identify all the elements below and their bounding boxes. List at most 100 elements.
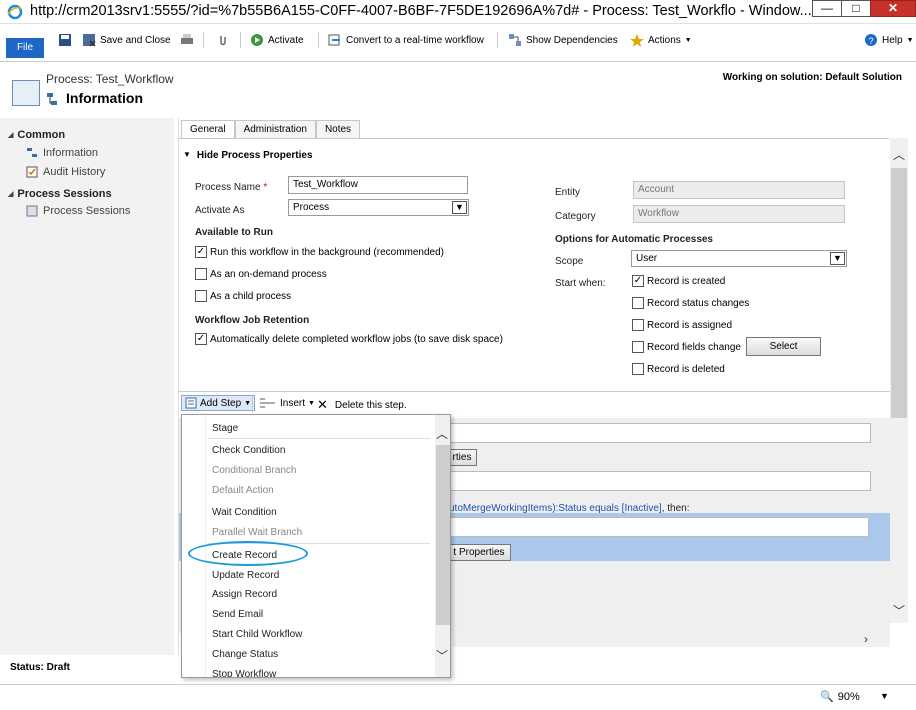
- record-fields-checkbox[interactable]: Record fields change: [632, 341, 741, 353]
- form-name[interactable]: Information: [66, 90, 143, 106]
- save-and-close-button[interactable]: Save and Close: [82, 32, 171, 48]
- menu-item-parallel-wait-branch: Parallel Wait Branch: [212, 527, 303, 538]
- process-name-input[interactable]: Test_Workflow: [288, 176, 468, 194]
- menu-item-update-record[interactable]: Update Record: [212, 570, 279, 581]
- save-and-close-label: Save and Close: [100, 34, 171, 46]
- child-process-checkbox[interactable]: As a child process: [195, 290, 291, 302]
- retention-heading: Workflow Job Retention: [195, 315, 310, 326]
- record-status-checkbox[interactable]: Record status changes: [632, 297, 749, 309]
- zoom-control[interactable]: 🔍 90%: [820, 690, 860, 704]
- scrollbar-thumb[interactable]: [891, 168, 907, 418]
- activate-as-select[interactable]: Process ▼: [288, 199, 469, 216]
- nav-group-common[interactable]: ◢ Common: [8, 129, 65, 141]
- file-button[interactable]: File: [6, 38, 44, 58]
- left-navigation: ◢ Common Information Audit History ◢ Pro…: [0, 118, 174, 655]
- menu-item-check-condition[interactable]: Check Condition: [212, 445, 285, 456]
- record-deleted-checkbox[interactable]: Record is deleted: [632, 363, 725, 375]
- on-demand-checkbox[interactable]: As an on-demand process: [195, 268, 327, 280]
- menu-item-stage[interactable]: Stage: [212, 423, 238, 434]
- menu-scrollbar[interactable]: ︿ ﹀: [435, 415, 450, 677]
- actions-button[interactable]: Actions ▼: [630, 32, 692, 48]
- checkbox-label: As an on-demand process: [210, 268, 327, 280]
- menu-item-wait-condition[interactable]: Wait Condition: [212, 507, 277, 518]
- attach-button[interactable]: [216, 32, 230, 48]
- show-dependencies-label: Show Dependencies: [526, 34, 618, 46]
- menu-item-start-child-workflow[interactable]: Start Child Workflow: [212, 629, 302, 640]
- menu-item-change-status[interactable]: Change Status: [212, 649, 278, 660]
- add-step-button[interactable]: Add Step ▼: [181, 395, 256, 411]
- entity-label: Entity: [555, 187, 581, 198]
- checkbox-label: Run this workflow in the background (rec…: [210, 246, 444, 258]
- checkbox-label: Record is deleted: [647, 363, 725, 375]
- workflow-icon: [47, 93, 57, 105]
- maximize-button[interactable]: □: [841, 0, 871, 17]
- entity-title: Process: Test_Workflow: [46, 72, 174, 86]
- scope-select[interactable]: User ▼: [631, 250, 847, 267]
- record-assigned-checkbox[interactable]: Record is assigned: [632, 319, 732, 331]
- scroll-down-arrow-icon[interactable]: ﹀: [893, 602, 905, 619]
- run-background-checkbox[interactable]: ✓ Run this workflow in the background (r…: [195, 246, 444, 258]
- menu-item-assign-record[interactable]: Assign Record: [212, 589, 277, 600]
- auto-delete-checkbox[interactable]: ✓ Automatically delete completed workflo…: [195, 333, 503, 345]
- step-description-input[interactable]: [449, 423, 871, 443]
- set-properties-button-2[interactable]: t Properties: [447, 544, 511, 561]
- status-bar: Status: Draft: [0, 655, 180, 680]
- scroll-right-arrow-icon[interactable]: ›: [864, 632, 868, 646]
- convert-realtime-button[interactable]: Convert to a real-time workflow: [328, 32, 484, 48]
- scroll-up-arrow-icon[interactable]: ︿: [436, 425, 448, 442]
- menu-item-send-email[interactable]: Send Email: [212, 609, 263, 620]
- checkbox-label: Record fields change: [647, 341, 741, 353]
- required-marker: *: [263, 182, 268, 193]
- expand-triangle-icon: ◢: [8, 132, 14, 139]
- tab-notes[interactable]: Notes: [315, 120, 361, 138]
- checkbox-icon: [632, 363, 644, 375]
- tab-bar: General Administration Notes: [181, 120, 361, 138]
- nav-item-audit-history[interactable]: Audit History: [26, 166, 105, 178]
- category-label: Category: [555, 211, 596, 222]
- form-vertical-scrollbar[interactable]: ︿ ﹀: [890, 138, 908, 623]
- chevron-down-icon: ▼: [684, 36, 692, 44]
- internet-explorer-icon: [7, 4, 23, 20]
- select-fields-button[interactable]: Select: [746, 337, 821, 356]
- zoom-icon: 🔍: [820, 691, 834, 703]
- expand-triangle-icon: ◢: [8, 191, 14, 198]
- activate-button[interactable]: Activate: [250, 32, 304, 48]
- nav-item-process-sessions[interactable]: Process Sessions: [26, 205, 130, 217]
- section-toggle[interactable]: ▼ Hide Process Properties: [183, 150, 313, 161]
- chevron-down-icon[interactable]: ▼: [880, 691, 889, 701]
- show-dependencies-button[interactable]: Show Dependencies: [508, 32, 618, 48]
- scroll-down-arrow-icon[interactable]: ﹀: [436, 647, 448, 664]
- print-button[interactable]: [180, 32, 194, 48]
- actions-label: Actions: [648, 34, 681, 46]
- chevron-down-icon: ▼: [452, 201, 467, 214]
- close-button[interactable]: ✕: [870, 0, 916, 17]
- nav-item-information[interactable]: Information: [26, 147, 98, 159]
- nav-group-process-sessions[interactable]: ◢ Process Sessions: [8, 188, 112, 200]
- audit-history-icon: [26, 166, 38, 178]
- scroll-up-arrow-icon[interactable]: ︿: [893, 146, 905, 163]
- print-icon: [181, 34, 193, 44]
- actions-icon: [630, 34, 644, 47]
- minimize-button[interactable]: —: [812, 0, 842, 17]
- condition-description-input[interactable]: [449, 471, 871, 491]
- section-title: Hide Process Properties: [196, 150, 313, 161]
- tab-general[interactable]: General: [181, 120, 235, 138]
- menu-scrollbar-thumb[interactable]: [436, 445, 450, 625]
- tab-administration[interactable]: Administration: [234, 120, 316, 138]
- save-icon: [59, 34, 71, 46]
- set-properties-button[interactable]: rties: [447, 449, 477, 466]
- insert-button[interactable]: Insert ▼: [259, 397, 315, 409]
- paperclip-icon: [220, 36, 226, 46]
- command-ribbon: File Save and Close Activate Convert to …: [0, 24, 916, 62]
- record-created-checkbox[interactable]: ✓ Record is created: [632, 275, 725, 287]
- highlight-annotation: [188, 541, 308, 566]
- delete-step-button[interactable]: ✕ Delete this step.: [317, 397, 407, 413]
- entity-field: Account: [633, 181, 845, 199]
- activate-as-label: Activate As: [195, 205, 245, 216]
- menu-item-stop-workflow[interactable]: Stop Workflow: [212, 669, 276, 677]
- action-description-input[interactable]: [449, 517, 869, 537]
- help-button[interactable]: ? Help ▼: [864, 32, 914, 48]
- save-icon-button[interactable]: [58, 32, 72, 48]
- status-text: Status: Draft: [10, 662, 71, 673]
- designer-horizontal-scrollbar[interactable]: ›: [452, 632, 890, 647]
